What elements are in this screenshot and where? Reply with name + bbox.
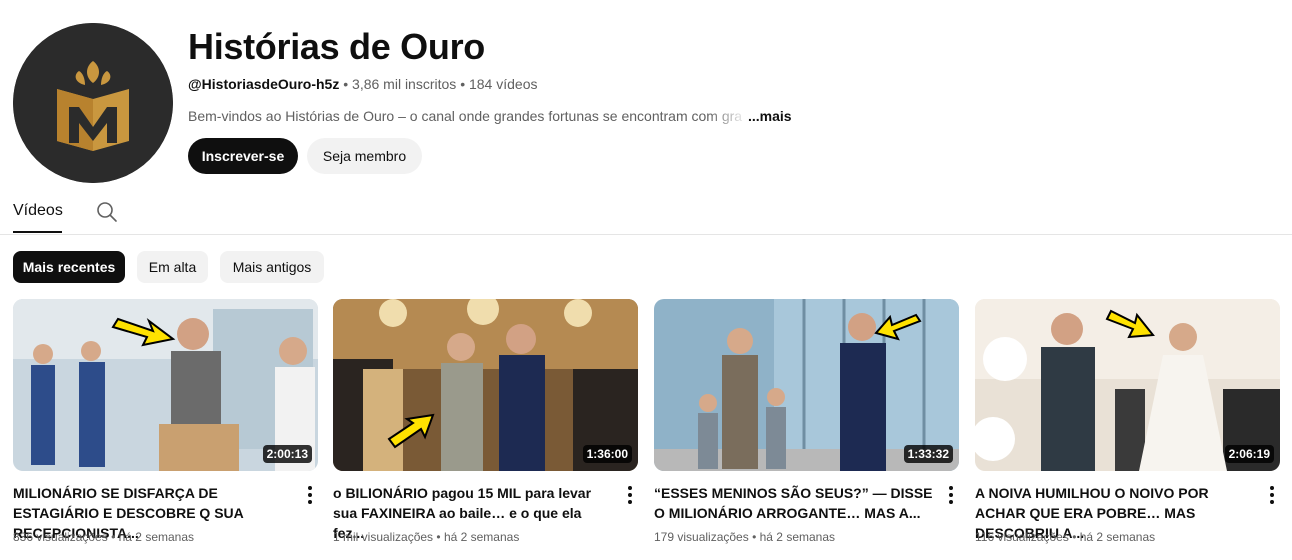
video-thumbnail[interactable]: 1:33:32 (654, 299, 959, 471)
video-stats: 1 mil visualizações • há 2 semanas (333, 530, 519, 544)
video-duration: 1:33:32 (903, 445, 953, 463)
view-count: 116 visualizações (975, 530, 1069, 544)
chip-popular[interactable]: Em alta (137, 251, 208, 283)
channel-avatar[interactable] (13, 23, 173, 183)
view-count: 836 visualizações (13, 530, 108, 544)
stats-separator: • (111, 530, 116, 544)
video-card[interactable]: 1:33:32 “ESSES MENINOS SÃO SEUS?” — DISS… (654, 299, 959, 544)
channel-logo-icon (13, 23, 173, 183)
video-stats: 116 visualizações • há 2 semanas (975, 530, 1155, 544)
video-thumbnail[interactable]: 1:36:00 (333, 299, 638, 471)
channel-handle: @HistoriasdeOuro-h5z (188, 76, 340, 92)
more-actions-icon[interactable] (943, 485, 959, 505)
video-card[interactable]: 2:06:19 A NOIVA HUMILHOU O NOIVO POR ACH… (975, 299, 1280, 544)
channel-name: Histórias de Ouro (188, 26, 485, 67)
video-count: 184 vídeos (468, 76, 538, 92)
view-count: 179 visualizações (654, 530, 749, 544)
published-time: há 2 semanas (1079, 530, 1156, 544)
subscriber-count: 3,86 mil inscritos (352, 76, 457, 92)
channel-description[interactable]: Bem-vindos ao Histórias de Ouro – o cana… (188, 108, 748, 124)
chip-latest[interactable]: Mais recentes (13, 251, 125, 283)
subscribe-button[interactable]: Inscrever-se (188, 138, 298, 174)
view-count: 1 mil visualizações (333, 530, 434, 544)
stats-separator: • (752, 530, 757, 544)
more-actions-icon[interactable] (302, 485, 318, 505)
more-link[interactable]: ...mais (748, 108, 792, 124)
tabs-divider (0, 234, 1292, 235)
meta-separator: • (343, 76, 349, 92)
active-tab-indicator (13, 231, 62, 233)
video-stats: 836 visualizações • há 2 semanas (13, 530, 194, 544)
join-membership-button[interactable]: Seja membro (307, 138, 422, 174)
video-duration: 2:00:13 (262, 445, 312, 463)
video-thumbnail[interactable]: 2:00:13 (13, 299, 318, 471)
tab-videos[interactable]: Vídeos (13, 202, 63, 220)
channel-meta: @HistoriasdeOuro-h5z • 3,86 mil inscrito… (188, 76, 537, 92)
description-fade (708, 108, 748, 124)
search-icon[interactable] (95, 200, 119, 224)
published-time: há 2 semanas (118, 530, 195, 544)
video-stats: 179 visualizações • há 2 semanas (654, 530, 835, 544)
description-text: Bem-vindos ao Histórias de Ouro – o cana… (188, 108, 743, 124)
video-duration: 1:36:00 (582, 445, 632, 463)
published-time: há 2 semanas (759, 530, 836, 544)
stats-separator: • (436, 530, 441, 544)
video-card[interactable]: 1:36:00 o BILIONÁRIO pagou 15 MIL para l… (333, 299, 638, 544)
meta-separator: • (460, 76, 466, 92)
video-duration: 2:06:19 (1224, 445, 1274, 463)
video-thumbnail[interactable]: 2:06:19 (975, 299, 1280, 471)
video-title[interactable]: “ESSES MENINOS SÃO SEUS?” — DISSE O MILI… (654, 483, 934, 523)
published-time: há 2 semanas (443, 530, 520, 544)
chip-oldest[interactable]: Mais antigos (220, 251, 324, 283)
more-actions-icon[interactable] (622, 485, 638, 505)
video-card[interactable]: 2:00:13 MILIONÁRIO SE DISFARÇA DE ESTAGI… (13, 299, 318, 544)
stats-separator: • (1072, 530, 1077, 544)
more-actions-icon[interactable] (1264, 485, 1280, 505)
